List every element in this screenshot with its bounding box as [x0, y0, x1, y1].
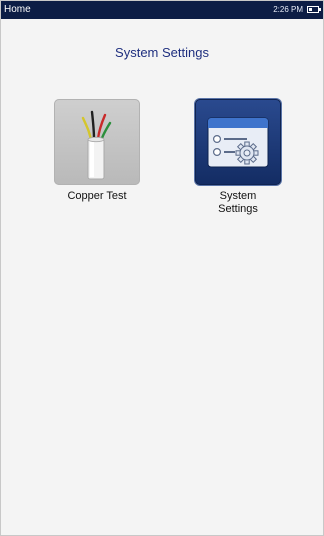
page-title: System Settings [115, 45, 209, 60]
status-bar: Home 2:26 PM [1, 1, 323, 19]
battery-icon [307, 6, 319, 13]
system-settings-app[interactable]: System Settings [193, 99, 283, 216]
battery-nub [319, 8, 321, 11]
battery-level [309, 8, 312, 11]
status-bar-time: 2:26 PM [273, 5, 303, 14]
copper-test-label: Copper Test [67, 190, 127, 202]
copper-cable-icon [54, 99, 140, 185]
device-screen: Home 2:26 PM System Settings Copper Test [0, 0, 324, 536]
status-bar-title: Home [4, 4, 31, 15]
copper-test-app[interactable]: Copper Test [52, 99, 142, 203]
system-settings-icon [195, 99, 281, 185]
system-settings-label: System Settings [218, 190, 258, 215]
